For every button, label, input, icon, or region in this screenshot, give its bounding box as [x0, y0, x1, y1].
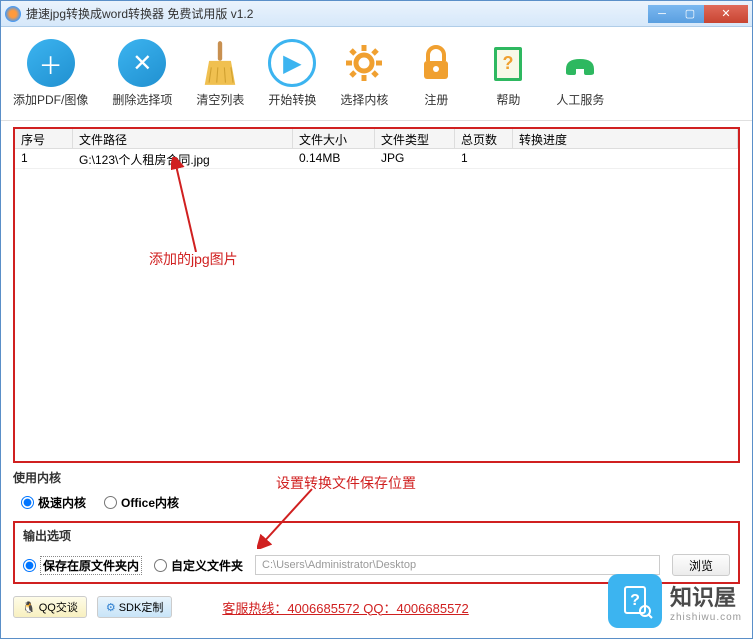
list-header: 序号 文件路径 文件大小 文件类型 总页数 转换进度 [15, 129, 738, 149]
maximize-button[interactable]: ▢ [676, 5, 704, 23]
col-seq[interactable]: 序号 [15, 129, 73, 148]
col-pages[interactable]: 总页数 [455, 129, 513, 148]
hotline-link[interactable]: 客服热线：4006685572 QQ：4006685572 [222, 598, 468, 617]
file-list: 序号 文件路径 文件大小 文件类型 总页数 转换进度 1 G:\123\个人租房… [13, 127, 740, 463]
window-title: 捷速jpg转换成word转换器 免费试用版 v1.2 [26, 5, 648, 22]
annotation-added: 添加的jpg图片 [149, 249, 238, 269]
col-size[interactable]: 文件大小 [293, 129, 375, 148]
sdk-custom-button[interactable]: ⚙SDK定制 [97, 596, 173, 618]
add-file-button[interactable]: ＋ 添加PDF/图像 [13, 39, 88, 108]
output-path-input[interactable] [255, 555, 660, 575]
output-label: 输出选项 [15, 523, 738, 544]
output-section: 输出选项 保存在原文件夹内 自定义文件夹 浏览 [13, 521, 740, 584]
start-convert-button[interactable]: ▶ 开始转换 [268, 39, 316, 108]
delete-selection-button[interactable]: ✕ 删除选择项 [112, 39, 172, 108]
customer-service-button[interactable]: 人工服务 [556, 39, 604, 108]
broom-icon [196, 39, 244, 87]
app-icon [5, 6, 21, 22]
clear-list-button[interactable]: 清空列表 [196, 39, 244, 108]
help-button[interactable]: ? 帮助 [484, 39, 532, 108]
svg-text:?: ? [503, 53, 514, 73]
lock-icon [412, 39, 460, 87]
radio-custom-folder[interactable]: 自定义文件夹 [154, 557, 243, 574]
annotation-save-location: 设置转换文件保存位置 [276, 473, 416, 493]
play-icon: ▶ [268, 39, 316, 87]
qq-chat-button[interactable]: 🐧QQ交谈 [13, 596, 87, 618]
radio-office-core[interactable]: Office内核 [104, 494, 179, 511]
phone-icon [556, 39, 604, 87]
table-row[interactable]: 1 G:\123\个人租房合同.jpg 0.14MB JPG 1 [15, 149, 738, 169]
toolbar: ＋ 添加PDF/图像 ✕ 删除选择项 清空列表 ▶ 开始转换 选择内核 [1, 27, 752, 121]
gear-icon [340, 39, 388, 87]
plus-icon: ＋ [27, 39, 75, 87]
col-path[interactable]: 文件路径 [73, 129, 293, 148]
minimize-button[interactable]: ─ [648, 5, 676, 23]
radio-same-folder[interactable]: 保存在原文件夹内 [23, 556, 142, 575]
x-icon: ✕ [118, 39, 166, 87]
browse-button[interactable]: 浏览 [672, 554, 730, 576]
book-icon: ? [484, 39, 532, 87]
col-progress[interactable]: 转换进度 [513, 129, 738, 148]
select-core-button[interactable]: 选择内核 [340, 39, 388, 108]
register-button[interactable]: 注册 [412, 39, 460, 108]
radio-fast-core[interactable]: 极速内核 [21, 494, 86, 511]
close-button[interactable]: ✕ [704, 5, 748, 23]
title-bar: 捷速jpg转换成word转换器 免费试用版 v1.2 ─ ▢ ✕ [1, 1, 752, 27]
col-type[interactable]: 文件类型 [375, 129, 455, 148]
footer: 🐧QQ交谈 ⚙SDK定制 客服热线：4006685572 QQ：40066855… [1, 590, 752, 624]
